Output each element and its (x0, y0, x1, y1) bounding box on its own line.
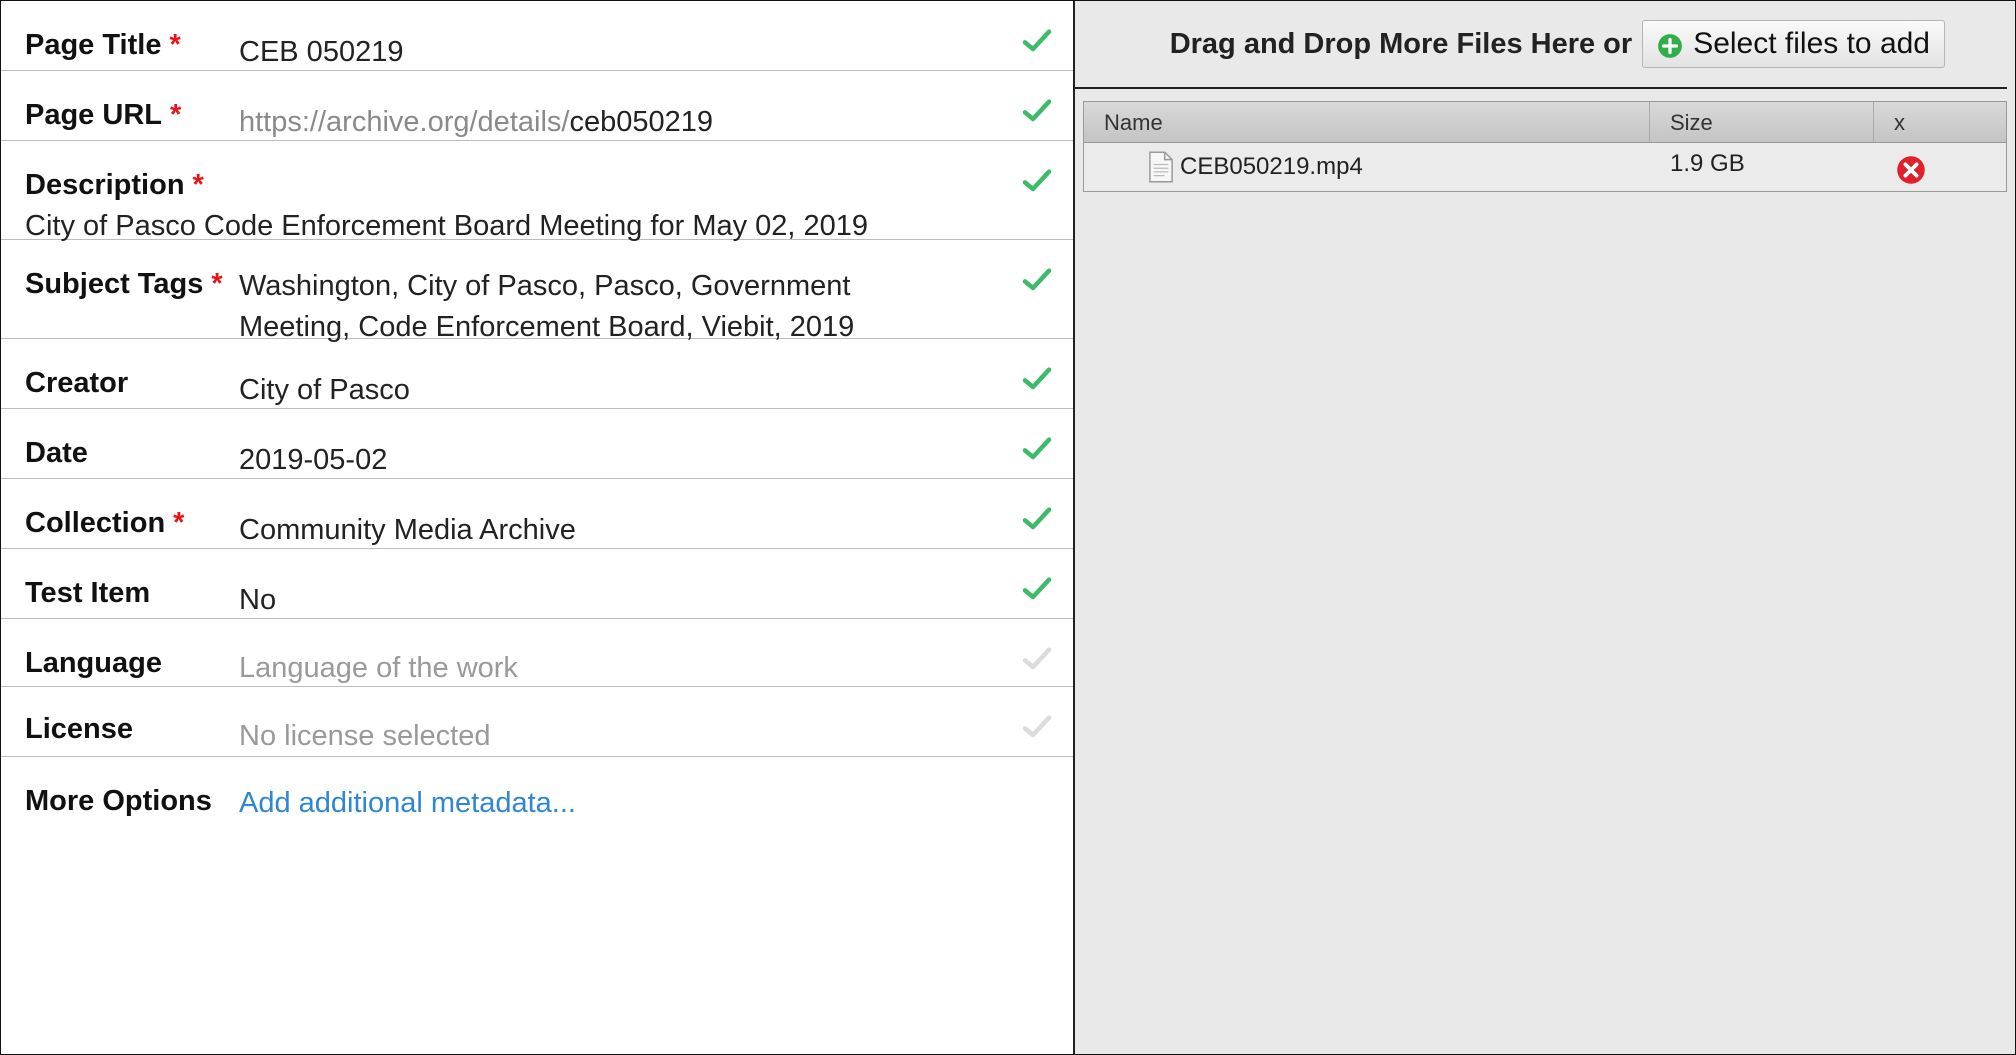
creator-label: Creator (25, 367, 129, 399)
check-icon (1022, 367, 1052, 390)
add-metadata-link[interactable]: Add additional metadata... (239, 757, 656, 824)
test-item-label: Test Item (25, 577, 151, 609)
file-uploader[interactable]: Drag and Drop More Files Here or Select … (1075, 1, 2015, 1054)
column-size[interactable]: Size (1650, 102, 1874, 142)
select-files-button[interactable]: Select files to add (1642, 20, 1945, 68)
metadata-form: Page Title * CEB 050219 Page URL * https:/… (1, 1, 1075, 1054)
page-url-field[interactable]: https://archive.org/details/ceb050219 (239, 71, 793, 143)
collection-label: Collection * (25, 507, 185, 539)
check-icon (1022, 507, 1052, 530)
page-title-row[interactable]: Page Title * CEB 050219 (1, 1, 1073, 71)
add-icon (1658, 34, 1683, 58)
check-icon (1022, 715, 1052, 738)
test-item-row[interactable]: Test Item No (1, 549, 1073, 619)
subject-tags-field[interactable]: Washington, City of Pasco, Pasco, Govern… (239, 240, 919, 348)
file-table: Name Size x CEB050219.mp4 1.9 GB (1083, 101, 2007, 192)
page-title-field[interactable]: CEB 050219 (239, 1, 483, 73)
check-icon (1022, 99, 1052, 122)
check-icon (1022, 268, 1052, 291)
language-label: Language (25, 647, 162, 679)
license-row[interactable]: License No license selected (1, 687, 1073, 757)
remove-icon[interactable] (1896, 155, 1926, 185)
license-field[interactable]: No license selected (239, 687, 570, 757)
required-marker: * (211, 268, 223, 300)
url-prefix: https://archive.org/details/ (239, 106, 570, 138)
file-name-cell: CEB050219.mp4 (1084, 151, 1650, 183)
file-size: 1.9 GB (1670, 150, 1745, 177)
remove-cell (1874, 149, 2006, 185)
collection-field[interactable]: Community Media Archive (239, 479, 656, 551)
more-options-row: More Options Add additional metadata... (1, 757, 1073, 827)
description-label: Description * (25, 169, 204, 201)
check-icon (1022, 169, 1052, 192)
check-icon (1022, 647, 1052, 670)
page-title-label: Page Title * (25, 29, 181, 61)
page-url-label: Page URL * (25, 99, 182, 131)
column-name[interactable]: Name (1084, 102, 1650, 142)
creator-field[interactable]: City of Pasco (239, 339, 490, 411)
date-label: Date (25, 437, 88, 469)
table-header: Name Size x (1084, 102, 2006, 143)
test-item-field[interactable]: No (239, 549, 356, 621)
check-icon (1022, 577, 1052, 600)
required-marker: * (169, 99, 182, 131)
collection-row[interactable]: Collection * Community Media Archive (1, 479, 1073, 549)
license-label: License (25, 713, 133, 745)
document-icon (1149, 151, 1173, 183)
column-remove: x (1894, 110, 1905, 135)
subject-tags-row[interactable]: Subject Tags * Washington, City of Pasco,… (1, 240, 1073, 343)
language-field[interactable]: Language of the work (239, 619, 598, 689)
drop-zone[interactable]: Drag and Drop More Files Here or Select … (1075, 1, 2007, 89)
file-name: CEB050219.mp4 (1180, 153, 1363, 180)
required-marker: * (169, 29, 181, 61)
required-marker: * (192, 169, 204, 201)
upload-page: Page Title * CEB 050219 Page URL * https:/… (0, 0, 2016, 1055)
url-slug: ceb050219 (569, 106, 713, 138)
subject-tags-label: Subject Tags * (25, 268, 223, 300)
language-row[interactable]: Language Language of the work (1, 619, 1073, 687)
description-row[interactable]: Description * City of Pasco Code Enforcem… (1, 141, 1073, 242)
check-icon (1022, 437, 1052, 460)
page-url-row[interactable]: Page URL * https://archive.org/details/ce… (1, 71, 1073, 141)
table-row[interactable]: CEB050219.mp4 1.9 GB (1084, 143, 2006, 191)
more-options-label: More Options (25, 785, 212, 817)
date-row[interactable]: Date 2019-05-02 (1, 409, 1073, 479)
date-field[interactable]: 2019-05-02 (239, 409, 467, 481)
creator-row[interactable]: Creator City of Pasco (1, 339, 1073, 409)
check-icon (1022, 29, 1052, 52)
required-marker: * (173, 507, 185, 539)
select-files-label: Select files to add (1693, 27, 1930, 60)
drop-text: Drag and Drop More Files Here or (1169, 27, 1633, 60)
